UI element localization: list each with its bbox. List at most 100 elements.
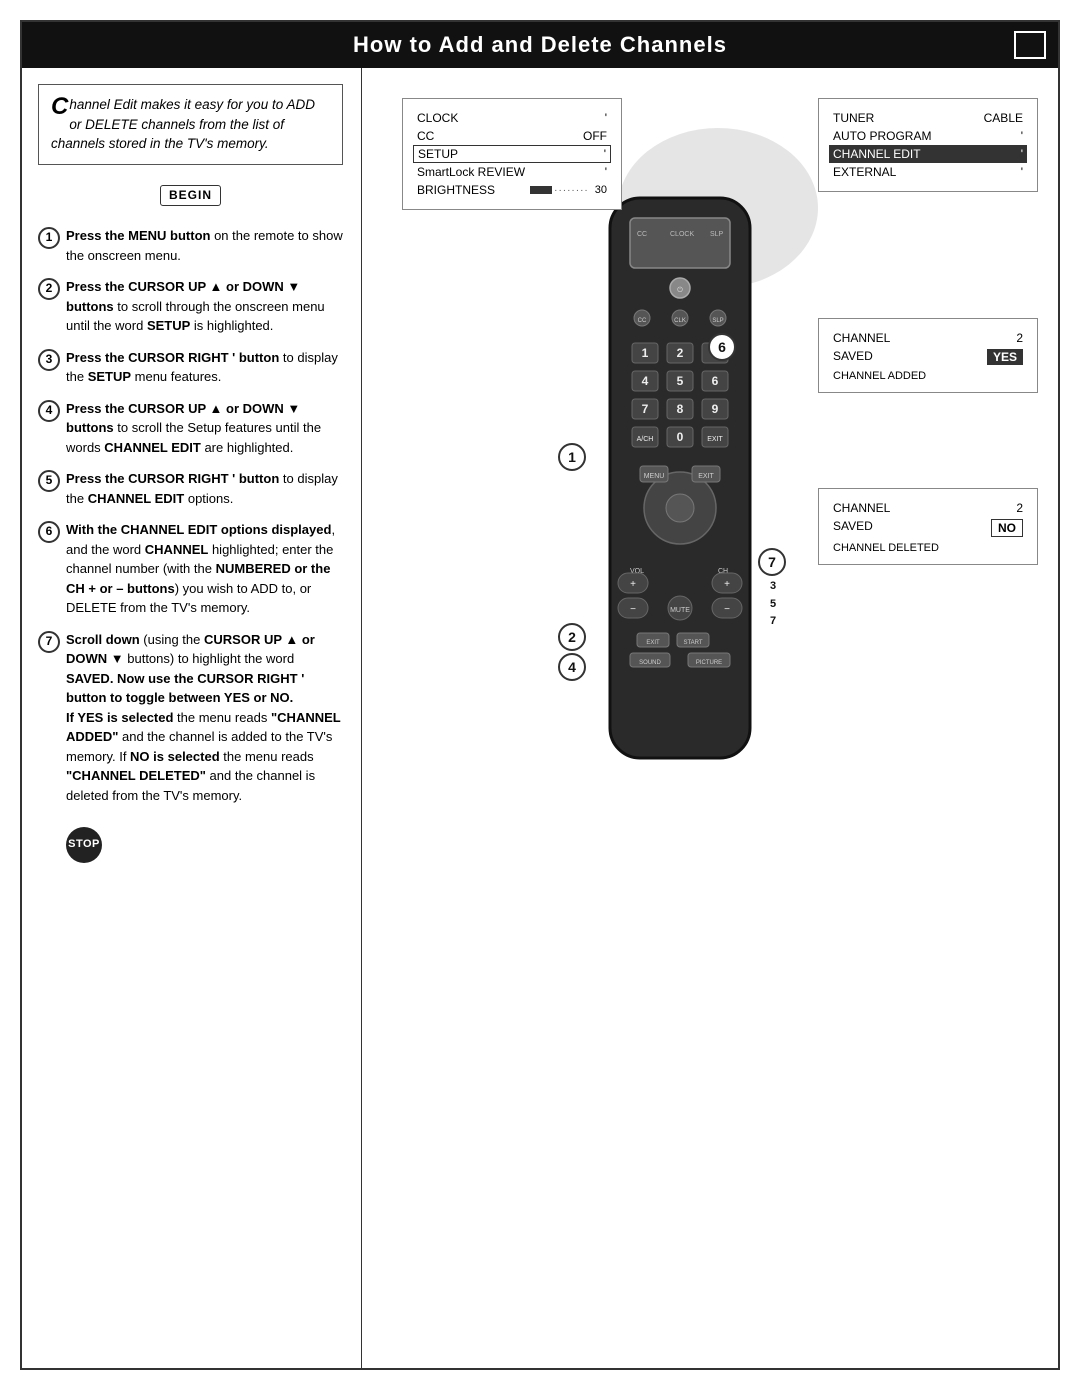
yes-badge: YES [987,349,1023,365]
external-value: ' [1021,165,1023,179]
channel-deleted-screen: CHANNEL 2 SAVED NO CHANNEL DELETED [818,488,1038,565]
external-label: EXTERNAL [833,165,896,179]
autoprog-value: ' [1021,129,1023,143]
step-text-2: Press the CURSOR UP ▲ or DOWN ▼ buttons … [66,277,343,336]
svg-text:+: + [630,579,636,590]
svg-text:8: 8 [677,402,684,416]
step-circle-3: 3 [38,349,60,371]
brightness-row: BRIGHTNESS ········ 30 [417,181,607,199]
step-circle-4: 4 [38,400,60,422]
svg-text:MENU: MENU [644,473,665,480]
svg-text:MUTE: MUTE [670,607,690,614]
overlay-6: 6 [708,333,736,361]
drop-cap: C [51,95,68,119]
step-text-3: Press the CURSOR RIGHT ' button to displ… [66,348,343,387]
autoprog-label: AUTO PROGRAM [833,129,931,143]
svg-text:EXIT: EXIT [698,473,714,480]
begin-badge: BEGIN [160,185,221,206]
clock-value: ' [605,111,607,125]
overlay-2: 2 [558,623,586,651]
main-content: C hannel Edit makes it easy for you to A… [22,68,1058,1368]
step-3: 3 Press the CURSOR RIGHT ' button to dis… [38,348,343,387]
tuner-value: CABLE [984,111,1023,125]
stop-badge: STOP [66,827,102,863]
overlay-357: 357 [770,578,776,631]
cc-row: CC OFF [417,127,607,145]
svg-text:CLK: CLK [674,318,686,324]
svg-text:EXIT: EXIT [707,436,723,443]
svg-text:+: + [724,579,730,590]
svg-text:5: 5 [677,374,684,388]
channel-added-screen: CHANNEL 2 SAVED YES CHANNEL ADDED [818,318,1038,393]
step-text-5: Press the CURSOR RIGHT ' button to displ… [66,469,343,508]
svg-text:−: − [724,604,730,615]
svg-text:1: 1 [642,346,649,360]
intro-box: C hannel Edit makes it easy for you to A… [38,84,343,165]
remote-illustration: CC CLOCK SLP ⏻ CC CLK SLP 1 [530,188,830,813]
tuner-label: TUNER [833,111,874,125]
svg-text:6: 6 [712,374,719,388]
step-text-1: Press the MENU button on the remote to s… [66,226,343,265]
no-badge: NO [991,519,1023,537]
svg-text:−: − [630,604,636,615]
svg-text:0: 0 [677,430,684,444]
external-row: EXTERNAL ' [833,163,1023,181]
step-text-6: With the CHANNEL EDIT options displayed,… [66,520,343,618]
cc-label: CC [417,129,434,143]
step-circle-2: 2 [38,278,60,300]
saved-deleted-label: SAVED [833,519,873,537]
tuner-row: TUNER CABLE [833,109,1023,127]
step-circle-6: 6 [38,521,60,543]
autoprog-row: AUTO PROGRAM ' [833,127,1023,145]
step-circle-7: 7 [38,631,60,653]
channel-added-ch-row: CHANNEL 2 [833,329,1023,347]
channel-added-saved-row: SAVED YES [833,347,1023,367]
step-6: 6 With the CHANNEL EDIT options displaye… [38,520,343,618]
setup-value: ' [604,147,606,161]
svg-text:CLOCK: CLOCK [670,231,694,238]
step-text-4: Press the CURSOR UP ▲ or DOWN ▼ buttons … [66,399,343,458]
svg-text:START: START [683,640,702,646]
overlay-7: 7 [758,548,786,576]
brightness-filled [530,186,552,194]
svg-text:⏻: ⏻ [677,286,683,294]
channel-deleted-status: CHANNEL DELETED [833,542,1023,554]
brightness-value: 30 [595,184,607,196]
svg-text:4: 4 [642,374,649,388]
channeledit-value: ' [1021,147,1023,161]
smartlock-value: ' [605,165,607,179]
title-bar: How to Add and Delete Channels [22,22,1058,68]
channeledit-row: CHANNEL EDIT ' [829,145,1027,163]
setup-label: SETUP [418,147,458,161]
svg-text:CC: CC [637,231,647,238]
brightness-dots: ········ [554,185,589,196]
channel-added-status: CHANNEL ADDED [833,370,1023,382]
overlay-1: 1 [558,443,586,471]
cc-value: OFF [583,129,607,143]
step-4: 4 Press the CURSOR UP ▲ or DOWN ▼ button… [38,399,343,458]
clock-label: CLOCK [417,111,458,125]
brightness-bar: ········ 30 [530,184,607,196]
overlay-4: 4 [558,653,586,681]
svg-text:2: 2 [677,346,684,360]
channel-deleted-value: 2 [1016,501,1023,515]
channel-deleted-ch-row: CHANNEL 2 [833,499,1023,517]
svg-text:SOUND: SOUND [639,660,661,666]
step-2: 2 Press the CURSOR UP ▲ or DOWN ▼ button… [38,277,343,336]
clock-row: CLOCK ' [417,109,607,127]
tv-screen-1: CLOCK ' CC OFF SETUP ' SmartLock REVIEW … [402,98,622,210]
svg-text:CC: CC [638,318,647,324]
channeledit-label: CHANNEL EDIT [833,147,921,161]
right-panel: CLOCK ' CC OFF SETUP ' SmartLock REVIEW … [362,68,1058,1368]
tv-screen-2: TUNER CABLE AUTO PROGRAM ' CHANNEL EDIT … [818,98,1038,192]
step-1: 1 Press the MENU button on the remote to… [38,226,343,265]
step-5: 5 Press the CURSOR RIGHT ' button to dis… [38,469,343,508]
brightness-label: BRIGHTNESS [417,183,495,197]
step-text-7: Scroll down (using the CURSOR UP ▲ or DO… [66,630,343,806]
channel-deleted-label: CHANNEL [833,501,890,515]
step-7: 7 Scroll down (using the CURSOR UP ▲ or … [38,630,343,806]
svg-text:SLP: SLP [710,231,724,238]
channel-added-label: CHANNEL [833,331,890,345]
svg-text:A/CH: A/CH [637,436,654,443]
smartlock-label: SmartLock REVIEW [417,165,525,179]
